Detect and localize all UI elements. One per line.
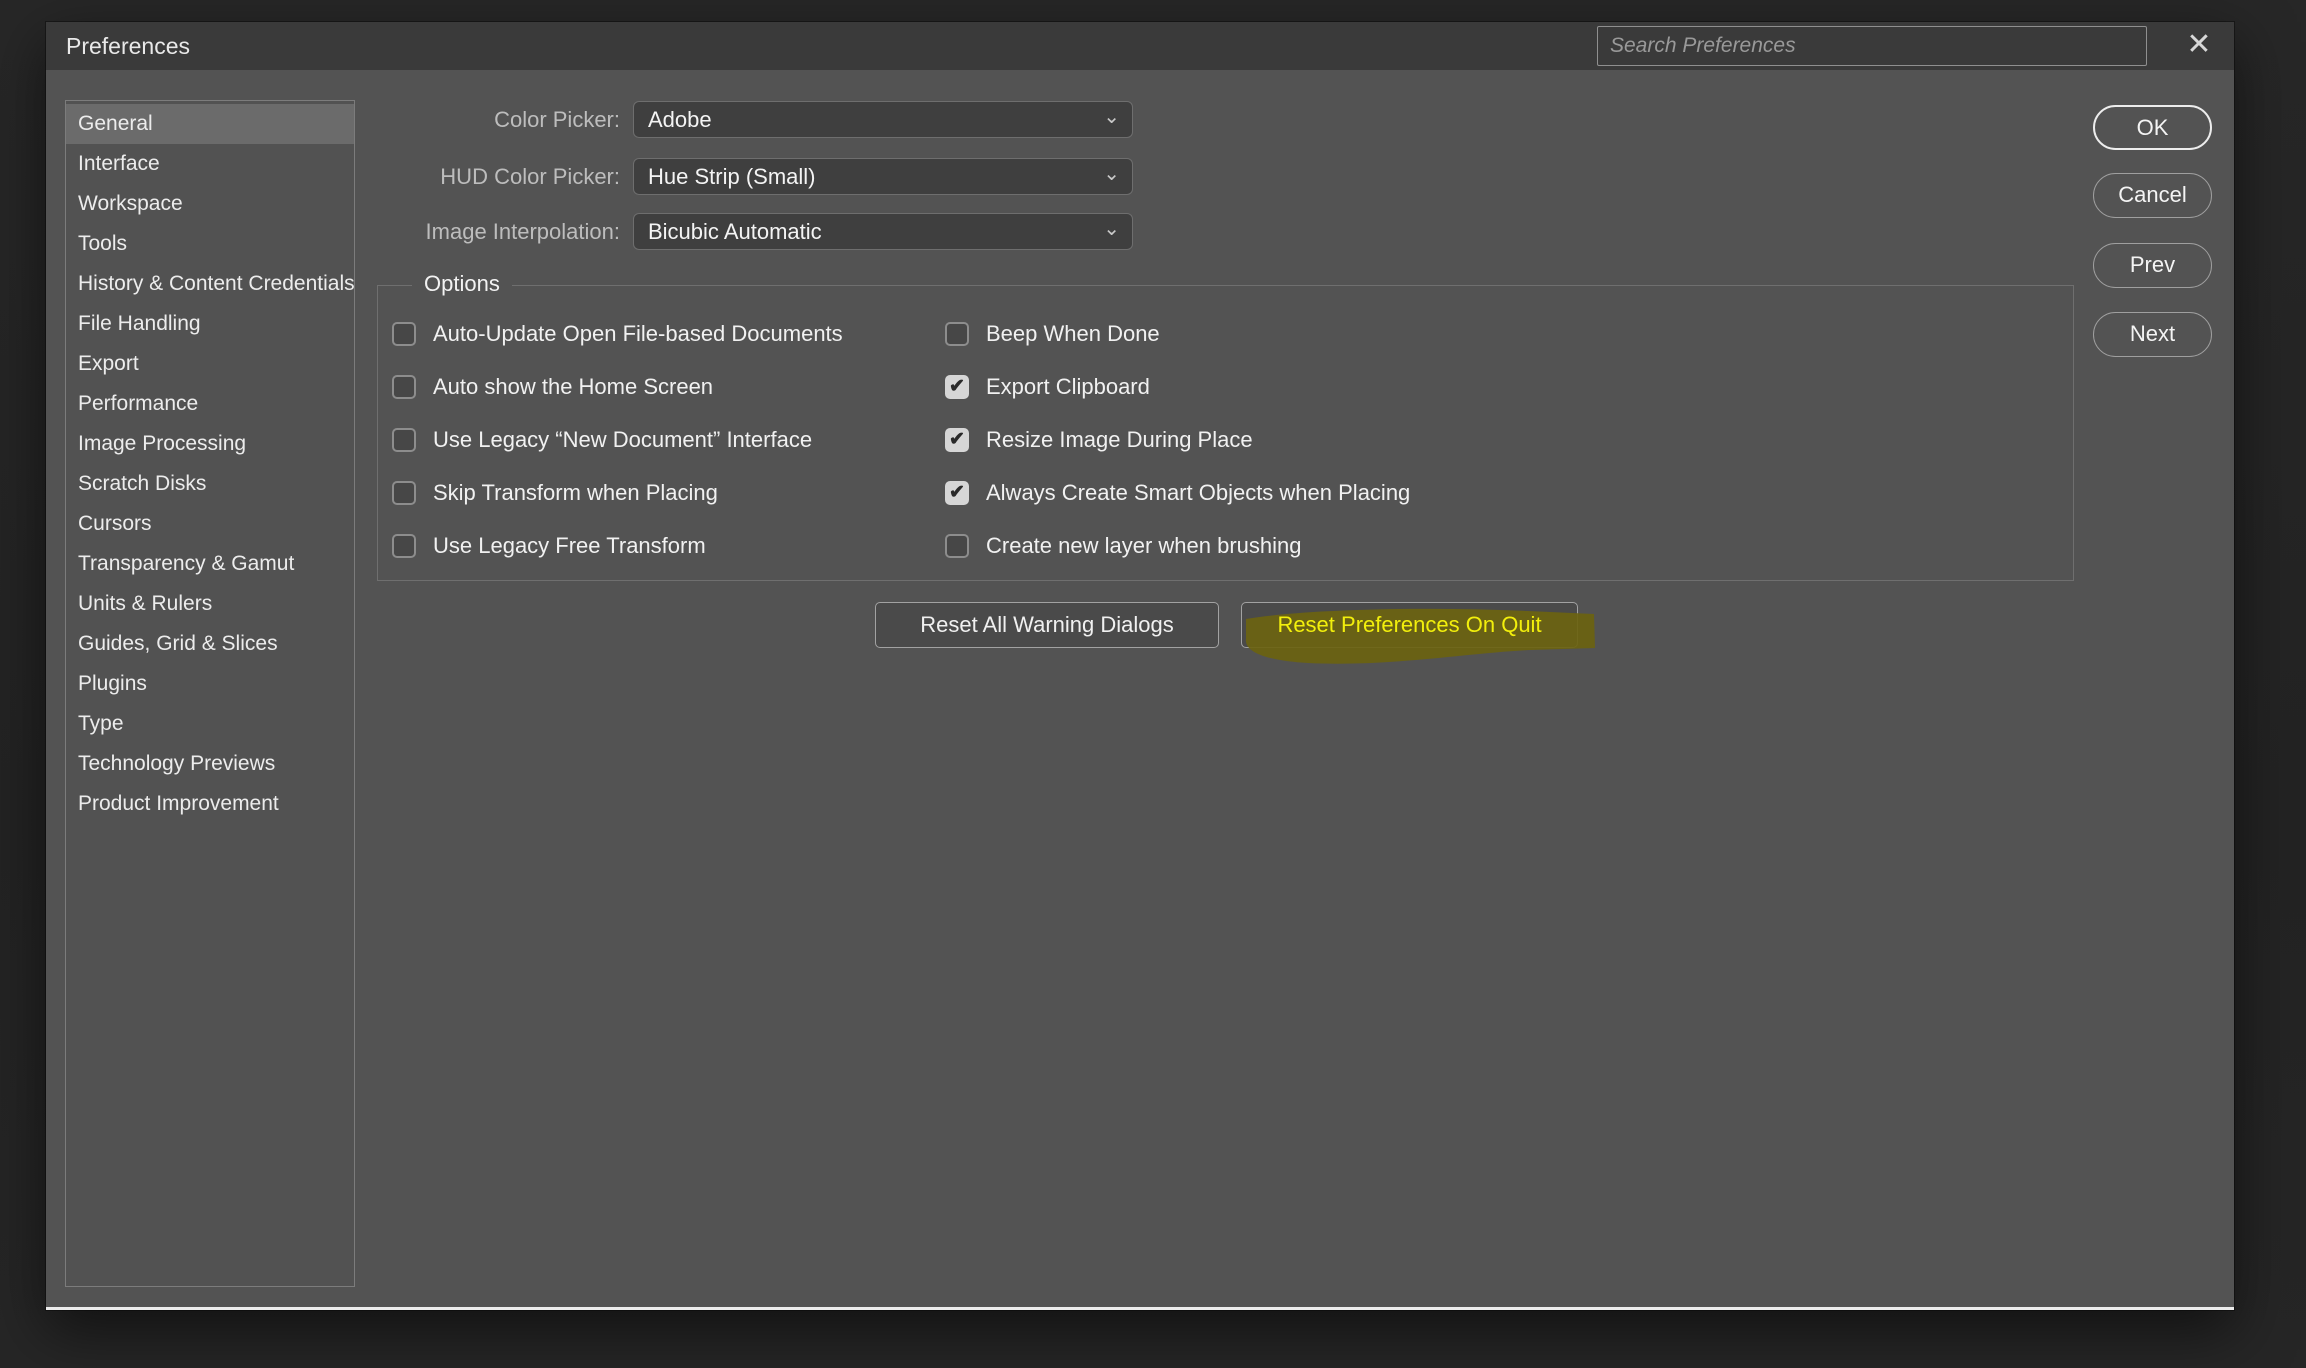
image-interpolation-label: Image Interpolation: [46,219,620,245]
checkbox[interactable]: ✔ [945,481,969,505]
options-group: Options ✔ Auto-Update Open File-based Do… [377,285,2074,581]
checkbox[interactable]: ✔ [392,375,416,399]
option-skip-transform-when-placing: ✔ Skip Transform when Placing [392,481,843,505]
button-label: Reset Preferences On Quit [1277,612,1541,637]
titlebar: Preferences ✕ [46,22,2234,70]
option-label: Auto-Update Open File-based Documents [433,321,843,347]
checkbox[interactable]: ✔ [945,322,969,346]
hud-color-picker-select[interactable]: Hue Strip (Small) ⌄ [633,158,1133,195]
option-create-new-layer-when-brushing: ✔ Create new layer when brushing [945,534,1410,558]
sidebar-item-type[interactable]: Type [66,704,354,744]
hud-color-picker-row: HUD Color Picker: Hue Strip (Small) ⌄ [46,158,1133,195]
options-legend: Options [412,271,512,297]
close-button[interactable]: ✕ [2177,22,2221,70]
cancel-button[interactable]: Cancel [2093,173,2212,218]
ok-button[interactable]: OK [2093,105,2212,150]
checkbox[interactable]: ✔ [392,534,416,558]
checkbox[interactable]: ✔ [392,481,416,505]
sidebar-item-guides-grid-slices[interactable]: Guides, Grid & Slices [66,624,354,664]
checkbox[interactable]: ✔ [945,428,969,452]
color-picker-label: Color Picker: [46,107,620,133]
reset-preferences-on-quit-button[interactable]: Reset Preferences On Quit [1241,602,1578,648]
hud-color-picker-label: HUD Color Picker: [46,164,620,190]
color-picker-row: Color Picker: Adobe ⌄ [46,101,1133,138]
sidebar-item-export[interactable]: Export [66,344,354,384]
option-label: Beep When Done [986,321,1160,347]
option-auto-update-open-file-based-documents: ✔ Auto-Update Open File-based Documents [392,322,843,346]
checkmark-icon: ✔ [949,377,965,397]
dialog-title: Preferences [66,22,190,70]
next-button[interactable]: Next [2093,312,2212,357]
chevron-down-icon: ⌄ [1103,112,1120,122]
sidebar-item-product-improvement[interactable]: Product Improvement [66,784,354,824]
option-always-create-smart-objects-when-placing: ✔ Always Create Smart Objects when Placi… [945,481,1410,505]
image-interpolation-row: Image Interpolation: Bicubic Automatic ⌄ [46,213,1133,250]
color-picker-value: Adobe [648,107,712,133]
checkbox[interactable]: ✔ [945,375,969,399]
chevron-down-icon: ⌄ [1103,169,1120,179]
option-beep-when-done: ✔ Beep When Done [945,322,1410,346]
option-export-clipboard: ✔ Export Clipboard [945,375,1410,399]
chevron-down-icon: ⌄ [1103,224,1120,234]
option-use-legacy-new-document-interface: ✔ Use Legacy “New Document” Interface [392,428,843,452]
prev-button[interactable]: Prev [2093,243,2212,288]
option-label: Use Legacy Free Transform [433,533,706,559]
image-interpolation-value: Bicubic Automatic [648,219,822,245]
option-label: Auto show the Home Screen [433,374,713,400]
option-label: Create new layer when brushing [986,533,1302,559]
sidebar-item-file-handling[interactable]: File Handling [66,304,354,344]
options-left-column: ✔ Auto-Update Open File-based Documents … [392,322,843,587]
checkbox[interactable]: ✔ [945,534,969,558]
option-use-legacy-free-transform: ✔ Use Legacy Free Transform [392,534,843,558]
sidebar-item-cursors[interactable]: Cursors [66,504,354,544]
sidebar-item-history-content-credentials[interactable]: History & Content Credentials [66,264,354,304]
search-input[interactable] [1597,26,2147,66]
sidebar-item-transparency-gamut[interactable]: Transparency & Gamut [66,544,354,584]
reset-warning-dialogs-button[interactable]: Reset All Warning Dialogs [875,602,1219,648]
checkmark-icon: ✔ [949,483,965,503]
checkbox[interactable]: ✔ [392,428,416,452]
sidebar-item-image-processing[interactable]: Image Processing [66,424,354,464]
close-icon: ✕ [2186,28,2211,61]
option-resize-image-during-place: ✔ Resize Image During Place [945,428,1410,452]
option-label: Export Clipboard [986,374,1150,400]
sidebar-item-technology-previews[interactable]: Technology Previews [66,744,354,784]
image-interpolation-select[interactable]: Bicubic Automatic ⌄ [633,213,1133,250]
sidebar-item-performance[interactable]: Performance [66,384,354,424]
checkmark-icon: ✔ [949,430,965,450]
sidebar-item-units-rulers[interactable]: Units & Rulers [66,584,354,624]
option-label: Always Create Smart Objects when Placing [986,480,1410,506]
checkbox[interactable]: ✔ [392,322,416,346]
preferences-dialog: Preferences ✕ General Interface Workspac… [46,22,2234,1310]
option-label: Resize Image During Place [986,427,1253,453]
options-right-column: ✔ Beep When Done ✔ Export Clipboard ✔ Re… [945,322,1410,587]
sidebar-item-plugins[interactable]: Plugins [66,664,354,704]
option-auto-show-home-screen: ✔ Auto show the Home Screen [392,375,843,399]
sidebar: General Interface Workspace Tools Histor… [65,100,355,1287]
option-label: Skip Transform when Placing [433,480,718,506]
option-label: Use Legacy “New Document” Interface [433,427,812,453]
hud-color-picker-value: Hue Strip (Small) [648,164,815,190]
color-picker-select[interactable]: Adobe ⌄ [633,101,1133,138]
sidebar-item-scratch-disks[interactable]: Scratch Disks [66,464,354,504]
